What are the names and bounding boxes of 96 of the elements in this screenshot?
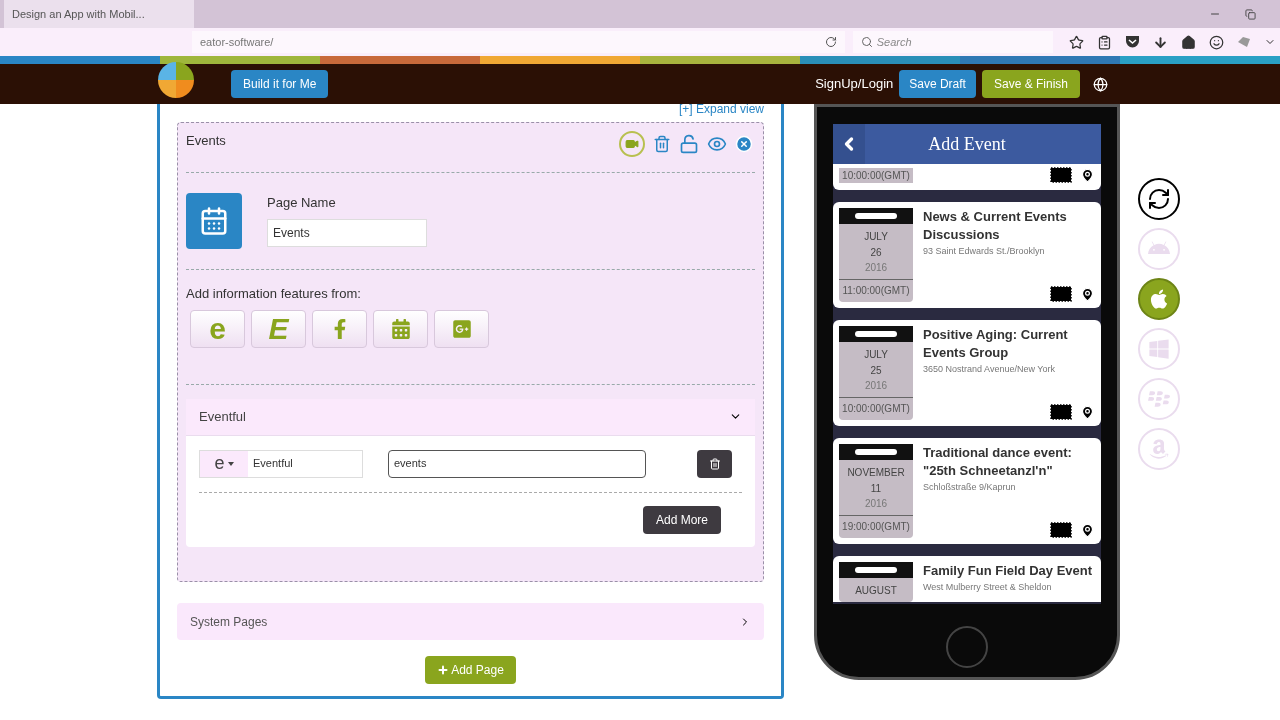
event-address: West Mulberry Street & Sheldon — [923, 581, 1053, 594]
login-link[interactable]: SignUp/Login — [815, 74, 894, 94]
page-icon-tile[interactable] — [186, 193, 242, 249]
event-month: NOVEMBER — [846, 466, 906, 480]
screen-title: Add Event — [927, 132, 1007, 156]
unlock-icon — [679, 134, 699, 154]
url-field[interactable]: eator-software/ — [192, 31, 845, 53]
url-text: eator-software/ — [200, 34, 274, 50]
event-card[interactable]: JULY 25 2016 10:00:00(GMT) Positive Aging: Current Events Group 3650 Nostrand Avenue/New York — [833, 320, 1101, 426]
map-pin-icon — [1080, 404, 1095, 420]
map-pin-icon — [1080, 167, 1095, 183]
map-pin-icon — [1080, 286, 1095, 302]
calendar-icon — [390, 318, 411, 339]
expand-view-link[interactable]: [+] Expand view — [678, 104, 764, 122]
platform-button[interactable] — [1138, 178, 1180, 220]
source-glyph: e — [214, 452, 225, 475]
ticket-icon — [1050, 404, 1072, 420]
event-title: News & Current Events Discussions — [923, 208, 1068, 244]
tile-bar-icon — [855, 213, 897, 219]
event-title: Traditional dance event: "25th Schneetanzl'n" — [923, 444, 1073, 480]
page-name-field[interactable]: Events — [267, 218, 427, 247]
event-card[interactable]: AUGUST Family Fun Field Day Event West Mulberry Street & Sheldon — [833, 556, 1101, 602]
event-year: 2016 — [863, 261, 889, 275]
windows-icon — [1148, 338, 1170, 360]
search-field[interactable]: Search — [852, 31, 1053, 53]
logo-icon — [156, 60, 196, 100]
tile-bar-icon — [855, 449, 897, 455]
event-title: Positive Aging: Current Events Group — [923, 326, 1069, 362]
calendar-icon — [199, 206, 229, 236]
event-time: 19:00:00(GMT) — [839, 515, 913, 538]
event-time: 10:00:00(GMT) — [839, 167, 913, 183]
download-icon — [1153, 34, 1168, 50]
source-select[interactable]: e Eventful — [199, 449, 363, 478]
add-more-button[interactable]: Add More — [642, 505, 721, 534]
event-month: JULY — [863, 230, 889, 244]
apple-icon — [1148, 288, 1170, 310]
refresh-icon — [1147, 187, 1171, 211]
system-pages-bar[interactable]: System Pages — [177, 603, 764, 640]
plus-icon — [437, 664, 450, 676]
source-button[interactable] — [312, 309, 367, 348]
event-day: 26 — [839, 245, 913, 260]
event-time: 11:00:00(GMT) — [839, 279, 913, 302]
caret-icon — [227, 461, 234, 466]
event-address: 3650 Nostrand Avenue/New York — [923, 363, 1056, 376]
source-button[interactable] — [434, 309, 489, 348]
source-name: Eventful — [252, 456, 294, 472]
event-card[interactable]: 10:00:00(GMT) — [833, 164, 1101, 190]
query-field[interactable]: events — [388, 449, 646, 478]
trash-icon — [708, 457, 721, 470]
event-card[interactable]: JULY 26 2016 11:00:00(GMT) News & Current Events Discussions 93 Saint Edwards St./Brooklyn — [833, 202, 1101, 308]
save-draft-button[interactable]: Save Draft — [899, 70, 976, 98]
back-button[interactable] — [833, 124, 865, 164]
event-year: 2016 — [863, 379, 889, 393]
page-title: Events — [186, 132, 226, 150]
event-day: 25 — [839, 363, 913, 378]
event-month: JULY — [863, 348, 889, 362]
event-time: 10:00:00(GMT) — [839, 397, 913, 420]
google-plus-icon — [451, 318, 472, 339]
delete-button[interactable] — [697, 449, 732, 478]
browser-tab[interactable]: Design an App with Mobil... — [4, 0, 194, 28]
globe-icon — [1093, 76, 1108, 92]
extension-icon — [1237, 36, 1251, 48]
event-address: 93 Saint Edwards St./Brooklyn — [923, 245, 1046, 258]
ticket-icon — [1050, 286, 1072, 302]
event-address: Schloßstraße 9/Kaprun — [923, 481, 1017, 494]
reading-list-icon — [1097, 34, 1112, 50]
tile-bar-icon — [855, 331, 897, 337]
preview-eye-icon — [707, 134, 727, 154]
amazon-icon — [1148, 438, 1170, 460]
ticket-icon — [1050, 522, 1072, 538]
map-pin-icon — [1080, 522, 1095, 538]
tile-bar-icon — [855, 567, 897, 573]
restore-icon — [1245, 8, 1256, 20]
event-title: Family Fun Field Day Event — [923, 562, 1094, 580]
home-button[interactable] — [946, 626, 988, 668]
build-button[interactable]: Build it for Me — [231, 70, 329, 98]
event-day: 11 — [839, 481, 913, 496]
pocket-icon — [1125, 35, 1140, 49]
smiley-icon — [1209, 34, 1224, 50]
blackberry-icon — [1148, 388, 1170, 410]
trash-icon — [653, 135, 671, 153]
event-month: AUGUST — [854, 584, 898, 598]
source-button[interactable] — [373, 309, 428, 348]
feed-header[interactable]: Eventful — [186, 398, 755, 436]
reload-icon — [824, 36, 837, 48]
ticket-icon — [1050, 167, 1072, 183]
event-year: 2016 — [863, 497, 889, 511]
bookmark-star-icon — [1069, 34, 1084, 50]
page-name-label: Page Name — [267, 194, 337, 212]
search-icon — [860, 36, 873, 48]
close-icon — [735, 135, 753, 153]
home-icon — [1181, 34, 1196, 50]
event-card[interactable]: NOVEMBER 11 2016 19:00:00(GMT) Traditional dance event: "25th Schneetanzl'n" Schloßstraße 9/Kaprun — [833, 438, 1101, 544]
tab-title: Design an App with Mobil... — [12, 6, 145, 22]
sources-label: Add information features from: — [186, 285, 362, 303]
video-icon — [619, 131, 645, 157]
